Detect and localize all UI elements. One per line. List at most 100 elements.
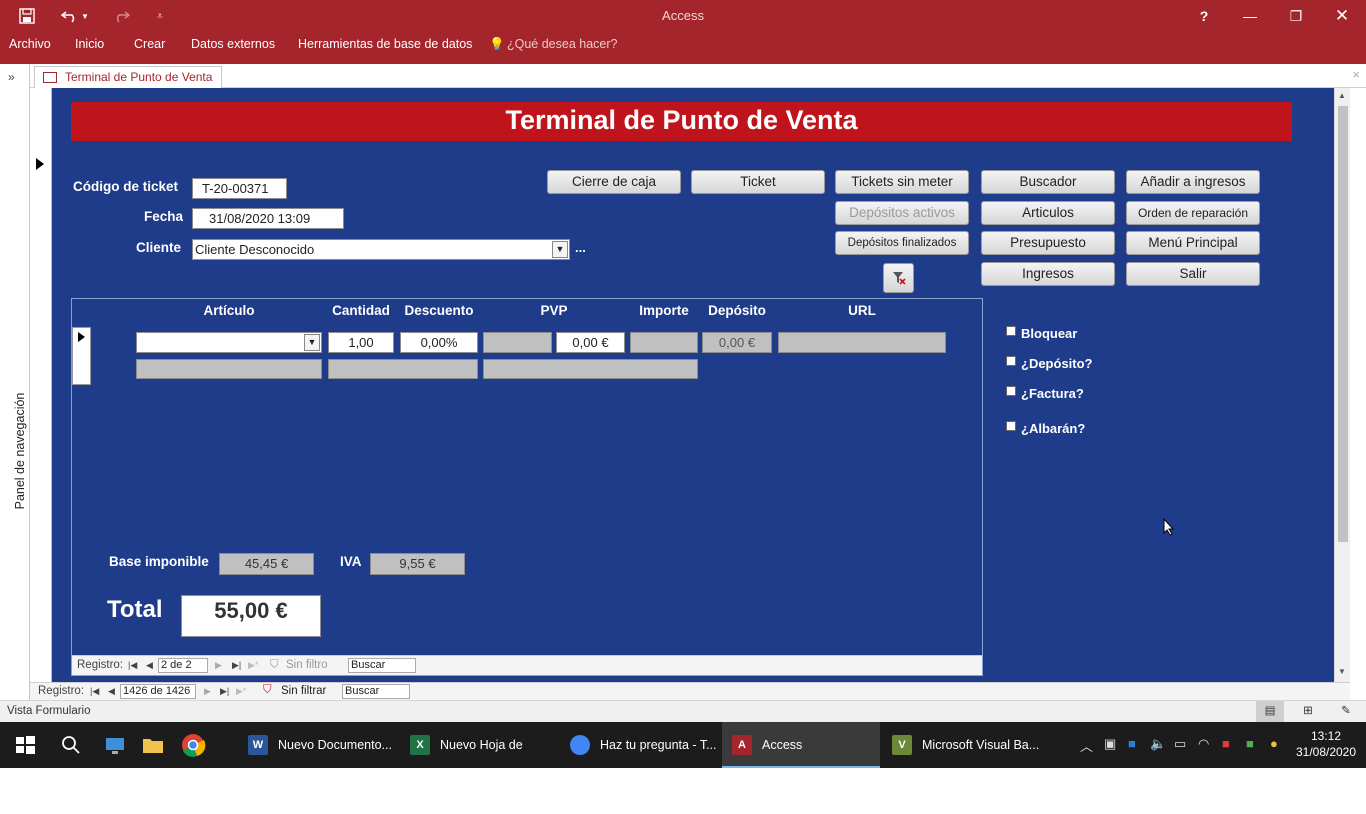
nav-pane-label[interactable]: Panel de navegación [13, 391, 27, 511]
menu-datos-externos[interactable]: Datos externos [191, 37, 275, 51]
search-icon[interactable] [58, 732, 84, 758]
subform-record-position[interactable]: 2 de 2 [158, 658, 208, 673]
minimize-button[interactable]: — [1230, 4, 1270, 28]
record-selector[interactable] [30, 88, 52, 682]
tray-volume-icon[interactable]: 🔈 [1150, 736, 1166, 752]
close-tab-icon[interactable]: × [1352, 67, 1360, 82]
taskbar-excel[interactable]: X Nuevo Hoja de cálc... [400, 722, 558, 798]
windows-start-icon[interactable] [12, 732, 38, 758]
tray-weather-icon[interactable]: ● [1270, 736, 1278, 751]
importe-field[interactable]: 0,00 € [556, 332, 625, 353]
factura-checkbox[interactable] [1006, 386, 1016, 396]
articulos-button[interactable]: Articulos [981, 201, 1115, 225]
importe-total-field[interactable] [630, 332, 698, 353]
tray-network-drive-icon[interactable]: ▣ [1104, 736, 1116, 752]
tell-me-search[interactable]: ¿Qué desea hacer? [507, 37, 618, 51]
ticket-button[interactable]: Ticket [691, 170, 825, 194]
scroll-down-icon[interactable]: ▼ [1338, 667, 1346, 676]
salir-button[interactable]: Salir [1126, 262, 1260, 286]
deposito-field[interactable]: 0,00 € [702, 332, 772, 353]
taskbar-vba[interactable]: V Microsoft Visual Ba... [882, 722, 1046, 768]
tray-chevron-icon[interactable]: ︿ [1080, 736, 1093, 755]
chevron-down-icon[interactable]: ▼ [304, 334, 320, 351]
prev-record-icon[interactable]: ◀ [146, 660, 153, 671]
cierre-caja-button[interactable]: Cierre de caja [547, 170, 681, 194]
taskbar-chrome-window[interactable]: Haz tu pregunta - T... [560, 722, 718, 768]
form-view-icon[interactable]: ▤ [1256, 701, 1284, 722]
design-view-icon[interactable]: ✎ [1332, 701, 1360, 722]
subform-record-selector[interactable] [72, 327, 91, 385]
presupuesto-button[interactable]: Presupuesto [981, 231, 1115, 255]
extra-field-3[interactable] [483, 359, 698, 379]
menu-crear[interactable]: Crear [134, 37, 165, 51]
total-field[interactable]: 55,00 € [181, 595, 321, 637]
cantidad-field[interactable]: 1,00 [328, 332, 394, 353]
menu-archivo[interactable]: Archivo [9, 37, 51, 51]
scroll-thumb[interactable] [1338, 106, 1348, 542]
subform-search-input[interactable]: Buscar [348, 658, 416, 673]
tray-antivirus-icon[interactable]: ■ [1222, 736, 1230, 751]
taskbar-access[interactable]: A Access [722, 722, 880, 768]
scroll-up-icon[interactable]: ▲ [1338, 91, 1346, 100]
base-imponible-field[interactable]: 45,45 € [219, 553, 314, 575]
navigation-pane[interactable]: » Panel de navegación [0, 64, 30, 700]
client-more-button[interactable]: ... [575, 240, 586, 255]
anadir-ingresos-button[interactable]: Añadir a ingresos [1126, 170, 1260, 194]
client-combobox[interactable]: Cliente Desconocido ▼ [192, 239, 570, 260]
expand-nav-icon[interactable]: » [8, 70, 15, 84]
taskbar-excel-label: Nuevo Hoja de cálc... [440, 738, 523, 798]
url-field[interactable] [778, 332, 946, 353]
clear-filter-icon [892, 272, 906, 285]
subform-filter-status[interactable]: Sin filtro [286, 659, 328, 671]
help-button[interactable]: ? [1184, 4, 1224, 28]
descuento-field[interactable]: 0,00% [400, 332, 478, 353]
articulo-combobox[interactable]: ▼ [136, 332, 322, 353]
main-filter-status[interactable]: Sin filtrar [281, 685, 326, 697]
first-record-icon[interactable]: |◀ [90, 686, 99, 697]
restore-button[interactable]: ❐ [1276, 4, 1316, 28]
ingresos-button[interactable]: Ingresos [981, 262, 1115, 286]
tickets-sin-meter-button[interactable]: Tickets sin meter [835, 170, 969, 194]
orden-reparacion-button[interactable]: Orden de reparación [1126, 201, 1260, 225]
albaran-checkbox[interactable] [1006, 421, 1016, 431]
taskbar-word[interactable]: W Nuevo Documento... [238, 722, 396, 768]
file-explorer-icon[interactable] [140, 732, 166, 758]
next-record-icon[interactable]: ▶ [204, 686, 211, 697]
clear-filter-button[interactable] [883, 263, 914, 293]
depositos-finalizados-button[interactable]: Depósitos finalizados [835, 231, 969, 255]
deposito-checkbox[interactable] [1006, 356, 1016, 366]
next-record-icon[interactable]: ▶ [215, 660, 222, 671]
extra-field-2[interactable] [328, 359, 478, 379]
bloquear-checkbox[interactable] [1006, 326, 1016, 336]
main-record-position[interactable]: 1426 de 1426 [120, 684, 196, 699]
filter-off-icon: ⛉ [263, 684, 272, 696]
date-field[interactable]: 31/08/2020 13:09 [192, 208, 344, 229]
new-record-icon: ▶* [236, 686, 247, 696]
tray-outlook-icon[interactable]: ■ [1128, 736, 1136, 751]
tray-wifi-icon[interactable]: ◠ [1198, 736, 1209, 752]
menu-principal-button[interactable]: Menú Principal [1126, 231, 1260, 255]
first-record-icon[interactable]: |◀ [128, 660, 137, 671]
iva-field[interactable]: 9,55 € [370, 553, 465, 575]
pvp-field[interactable] [483, 332, 552, 353]
buscador-button[interactable]: Buscador [981, 170, 1115, 194]
menu-herramientas[interactable]: Herramientas de base de datos [298, 37, 472, 51]
form-vertical-scrollbar[interactable]: ▲ ▼ [1334, 88, 1350, 682]
chrome-icon[interactable] [180, 732, 206, 758]
prev-record-icon[interactable]: ◀ [108, 686, 115, 697]
main-search-input[interactable]: Buscar [342, 684, 410, 699]
menu-inicio[interactable]: Inicio [75, 37, 104, 51]
extra-field-1[interactable] [136, 359, 322, 379]
tray-shield-icon[interactable]: ■ [1246, 736, 1254, 751]
tray-battery-icon[interactable]: ▭ [1174, 736, 1186, 752]
close-window-button[interactable]: ✕ [1322, 4, 1362, 28]
last-record-icon[interactable]: ▶| [232, 660, 241, 671]
chevron-down-icon[interactable]: ▼ [552, 241, 568, 258]
ticket-lines-subform: Artículo Cantidad Descuento PVP Importe … [71, 298, 983, 676]
ticket-code-field[interactable]: T-20-00371 [192, 178, 287, 199]
tab-terminal-punto-venta[interactable]: Terminal de Punto de Venta [34, 66, 222, 88]
layout-view-icon[interactable]: ⊞ [1294, 701, 1322, 722]
computer-icon[interactable] [102, 732, 128, 758]
tray-clock[interactable]: 13:12 31/08/2020 [1292, 728, 1360, 760]
last-record-icon[interactable]: ▶| [220, 686, 229, 697]
